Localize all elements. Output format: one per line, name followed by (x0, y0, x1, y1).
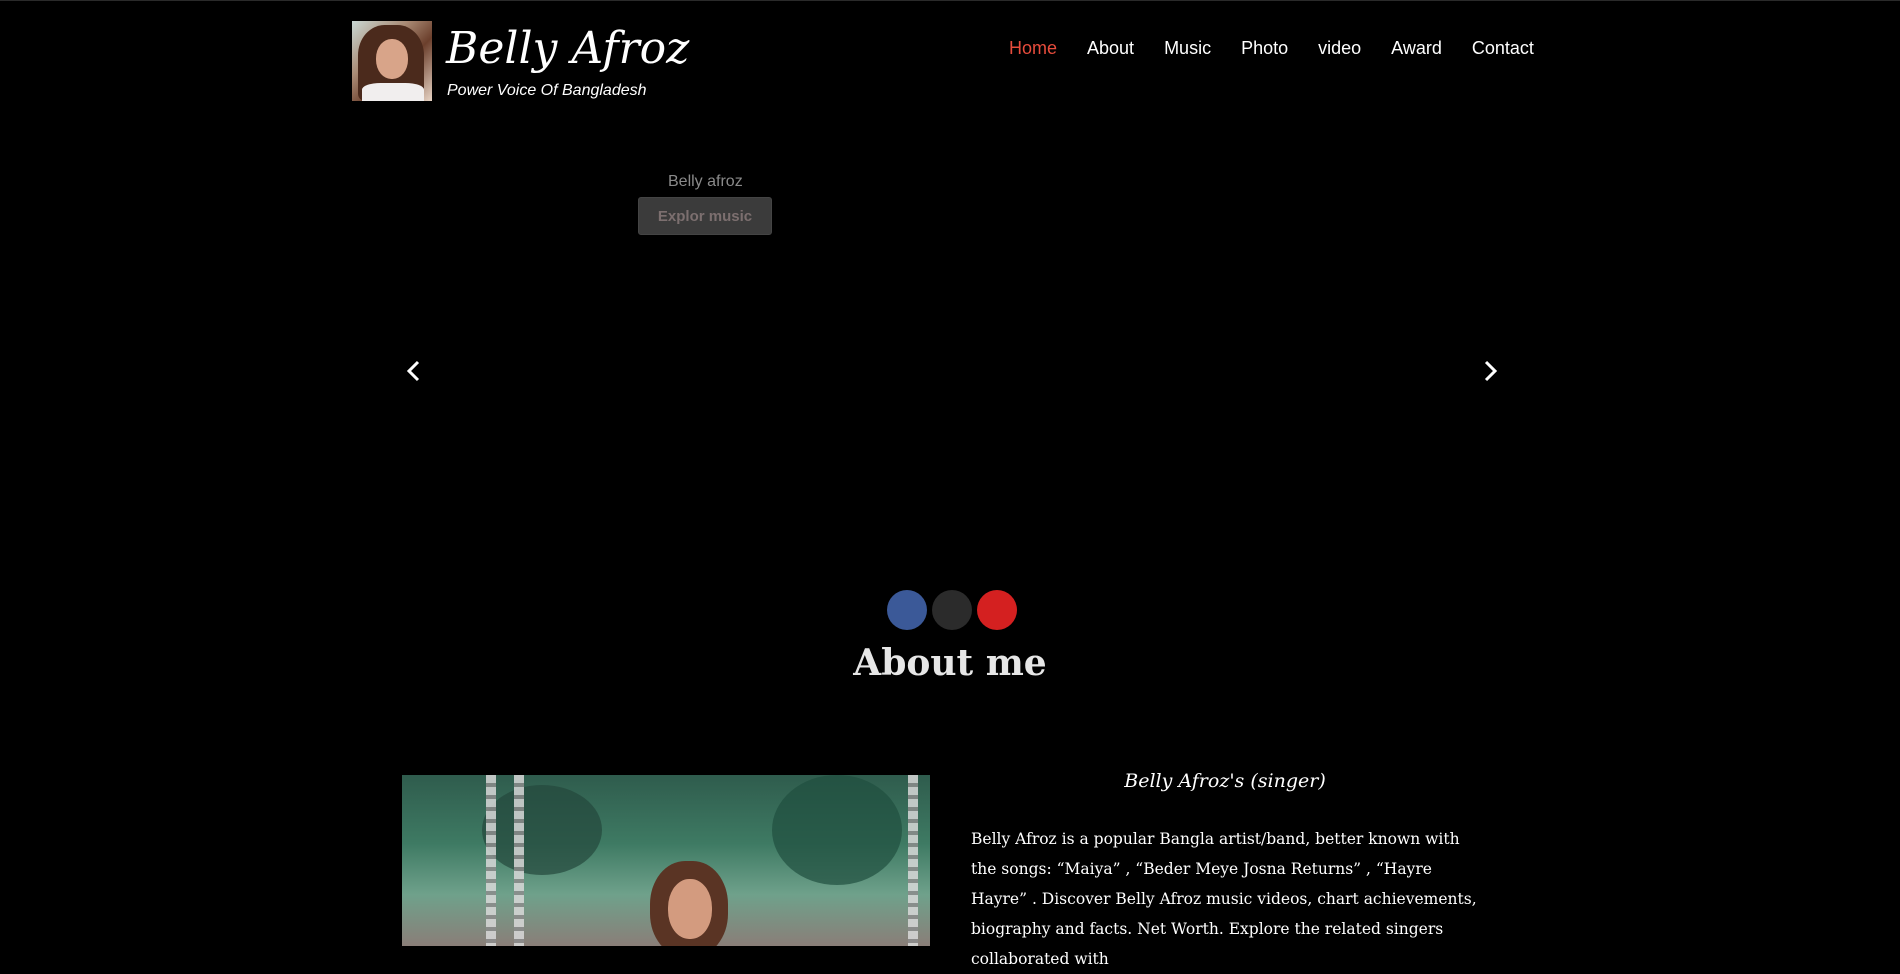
brand-tagline: Power Voice Of Bangladesh (447, 82, 647, 99)
explore-music-button[interactable]: Explor music (638, 197, 772, 235)
nav-music[interactable]: Music (1164, 37, 1211, 59)
main-nav: Home About Music Photo video Award Conta… (1009, 37, 1534, 59)
youtube-icon[interactable] (977, 590, 1017, 630)
nav-home[interactable]: Home (1009, 37, 1057, 59)
bio-text: Belly Afroz is a popular Bangla artist/b… (971, 830, 1477, 968)
nav-contact[interactable]: Contact (1472, 37, 1534, 59)
nav-video[interactable]: video (1318, 37, 1361, 59)
nav-award[interactable]: Award (1391, 37, 1442, 59)
brand-name[interactable]: Belly Afroz (446, 20, 689, 78)
singer-photo (402, 775, 930, 946)
carousel-next-icon[interactable] (1478, 354, 1502, 388)
top-border (0, 0, 1900, 1)
facebook-icon[interactable] (887, 590, 927, 630)
about-title: About me (853, 642, 1047, 684)
carousel-prev-icon[interactable] (402, 354, 426, 388)
nav-about[interactable]: About (1087, 37, 1134, 59)
twitter-icon[interactable] (932, 590, 972, 630)
logo-avatar[interactable] (352, 21, 432, 101)
nav-photo[interactable]: Photo (1241, 37, 1288, 59)
slide-caption: Belly afroz (668, 173, 743, 190)
singer-subtitle: Belly Afroz's (singer) (1124, 770, 1326, 792)
